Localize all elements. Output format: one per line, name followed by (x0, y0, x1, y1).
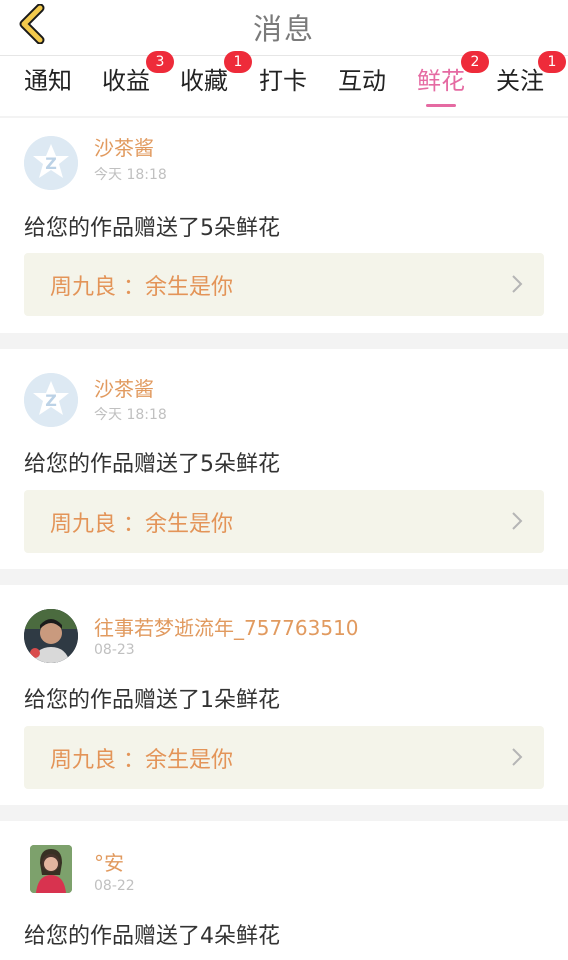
tab-checkin[interactable]: 打卡 (259, 64, 307, 110)
username[interactable]: 沙茶酱 (94, 373, 154, 402)
tab-label: 收益 (102, 67, 150, 95)
timestamp: 今天 18:18 (94, 407, 167, 423)
work-title: 周九良 ：余生是你 (50, 512, 233, 537)
count-badge: 1 (224, 51, 252, 73)
tab-interaction[interactable]: 互动 (338, 64, 386, 110)
tab-favorites[interactable]: 收藏 1 (180, 51, 252, 110)
tab-label: 互动 (338, 67, 386, 95)
chevron-right-icon (512, 275, 523, 293)
default-avatar-icon: Z (24, 136, 78, 190)
svg-text:Z: Z (45, 154, 57, 173)
count-badge: 1 (538, 51, 566, 73)
count-badge: 3 (146, 51, 174, 73)
message-text: 给您的作品赠送了5朵鲜花 (24, 452, 280, 477)
work-link[interactable]: 周九良 ：余生是你 (24, 253, 544, 316)
avatar[interactable] (30, 845, 72, 893)
tab-label: 鲜花 (417, 67, 465, 95)
page-title: 消息 (252, 12, 315, 46)
list-item: Z 沙茶酱 今天 18:18 给您的作品赠送了5朵鲜花 周九良 ：余生是你 (0, 349, 568, 569)
tab-following[interactable]: 关注 1 (496, 51, 566, 110)
svg-text:Z: Z (45, 391, 57, 410)
active-tab-indicator (426, 104, 456, 107)
default-avatar-icon: Z (24, 373, 78, 427)
tab-notifications[interactable]: 通知 (24, 64, 72, 110)
tab-label: 打卡 (259, 67, 307, 95)
user-photo-icon (24, 609, 78, 663)
header-bar: 消息 (0, 0, 568, 56)
tab-flowers[interactable]: 鲜花 2 (417, 51, 489, 110)
message-text: 给您的作品赠送了1朵鲜花 (24, 688, 280, 713)
tab-label: 收藏 (180, 67, 228, 95)
tab-label: 通知 (24, 67, 72, 95)
user-photo-icon (30, 845, 72, 893)
work-link[interactable]: 周九良 ：余生是你 (24, 490, 544, 553)
work-link[interactable]: 周九良 ：余生是你 (24, 726, 544, 789)
timestamp: 08-23 (94, 642, 135, 658)
count-badge: 2 (461, 51, 489, 73)
username[interactable]: 沙茶酱 (94, 132, 154, 161)
list-item: Z 沙茶酱 今天 18:18 给您的作品赠送了5朵鲜花 周九良 ：余生是你 (0, 118, 568, 333)
avatar[interactable] (24, 609, 78, 663)
username[interactable]: 往事若梦逝流年_757763510 (94, 612, 359, 641)
tab-label: 关注 (496, 67, 544, 95)
username[interactable]: °安 (94, 847, 124, 876)
tab-bar: 通知 收益 3 收藏 1 打卡 互动 鲜花 2 关注 1 (0, 51, 568, 116)
chevron-right-icon (512, 748, 523, 766)
timestamp: 08-22 (94, 878, 135, 894)
list-item: °安 08-22 给您的作品赠送了4朵鲜花 (0, 821, 568, 960)
timestamp: 今天 18:18 (94, 167, 167, 183)
message-text: 给您的作品赠送了5朵鲜花 (24, 216, 280, 241)
avatar[interactable]: Z (24, 373, 78, 427)
message-text: 给您的作品赠送了4朵鲜花 (24, 924, 280, 949)
list-item: 往事若梦逝流年_757763510 08-23 给您的作品赠送了1朵鲜花 周九良… (0, 585, 568, 805)
work-title: 周九良 ：余生是你 (50, 748, 233, 773)
work-title: 周九良 ：余生是你 (50, 275, 233, 300)
tab-earnings[interactable]: 收益 3 (102, 51, 174, 110)
avatar[interactable]: Z (24, 136, 78, 190)
chevron-right-icon (512, 512, 523, 530)
